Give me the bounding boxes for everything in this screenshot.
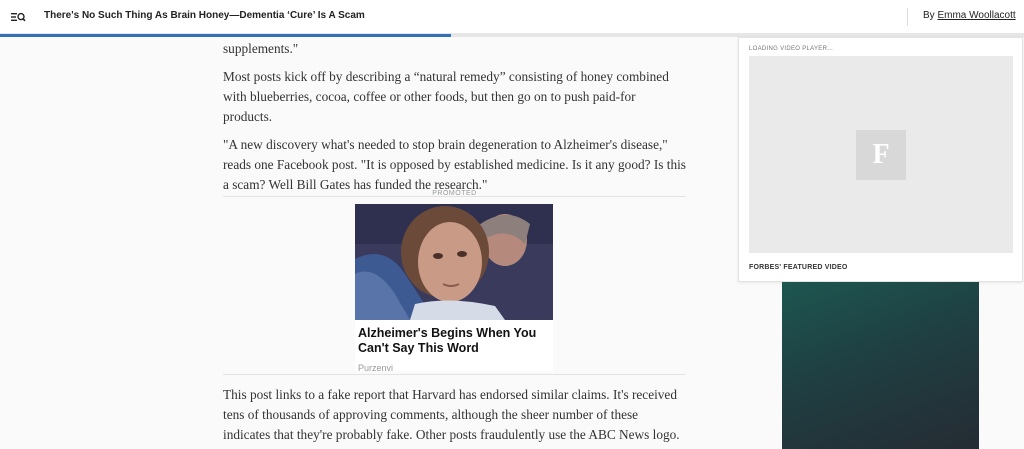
ad-title[interactable]: Alzheimer's Begins When You Can't Say Th… <box>355 320 553 356</box>
sponsored-ad-card[interactable]: Alzheimer's Begins When You Can't Say Th… <box>355 204 553 373</box>
byline: By Emma Woollacott <box>923 10 1016 21</box>
author-link[interactable]: Emma Woollacott <box>937 10 1015 21</box>
ad-image[interactable] <box>355 204 553 320</box>
video-player[interactable]: F <box>749 56 1013 253</box>
featured-video-label: FORBES' FEATURED VIDEO <box>749 264 848 271</box>
byline-prefix: By <box>923 10 935 21</box>
forbes-logo-letter: F <box>872 139 890 170</box>
top-header-bar: There's No Such Thing As Brain Honey—Dem… <box>0 0 1024 34</box>
loading-label: LOADING VIDEO PLAYER... <box>749 46 834 52</box>
reading-progress-fill <box>0 34 451 37</box>
divider <box>223 374 686 375</box>
promoted-label: PROMOTED <box>432 190 477 197</box>
divider <box>223 196 686 197</box>
article-headline: There's No Such Thing As Brain Honey—Dem… <box>44 10 365 21</box>
ad-source: Purzenvi <box>358 363 394 373</box>
article-paragraph: This post links to a fake report that Ha… <box>223 387 680 442</box>
menu-search-icon[interactable] <box>10 9 26 25</box>
divider <box>907 8 908 26</box>
sidebar-ad[interactable] <box>782 282 979 449</box>
article-paragraph: Most posts kick off by describing a “nat… <box>223 69 669 124</box>
featured-video-panel: LOADING VIDEO PLAYER... F FORBES' FEATUR… <box>738 37 1023 282</box>
forbes-logo-icon: F <box>856 130 906 180</box>
article-paragraph-fragment: supplements." <box>223 41 299 56</box>
